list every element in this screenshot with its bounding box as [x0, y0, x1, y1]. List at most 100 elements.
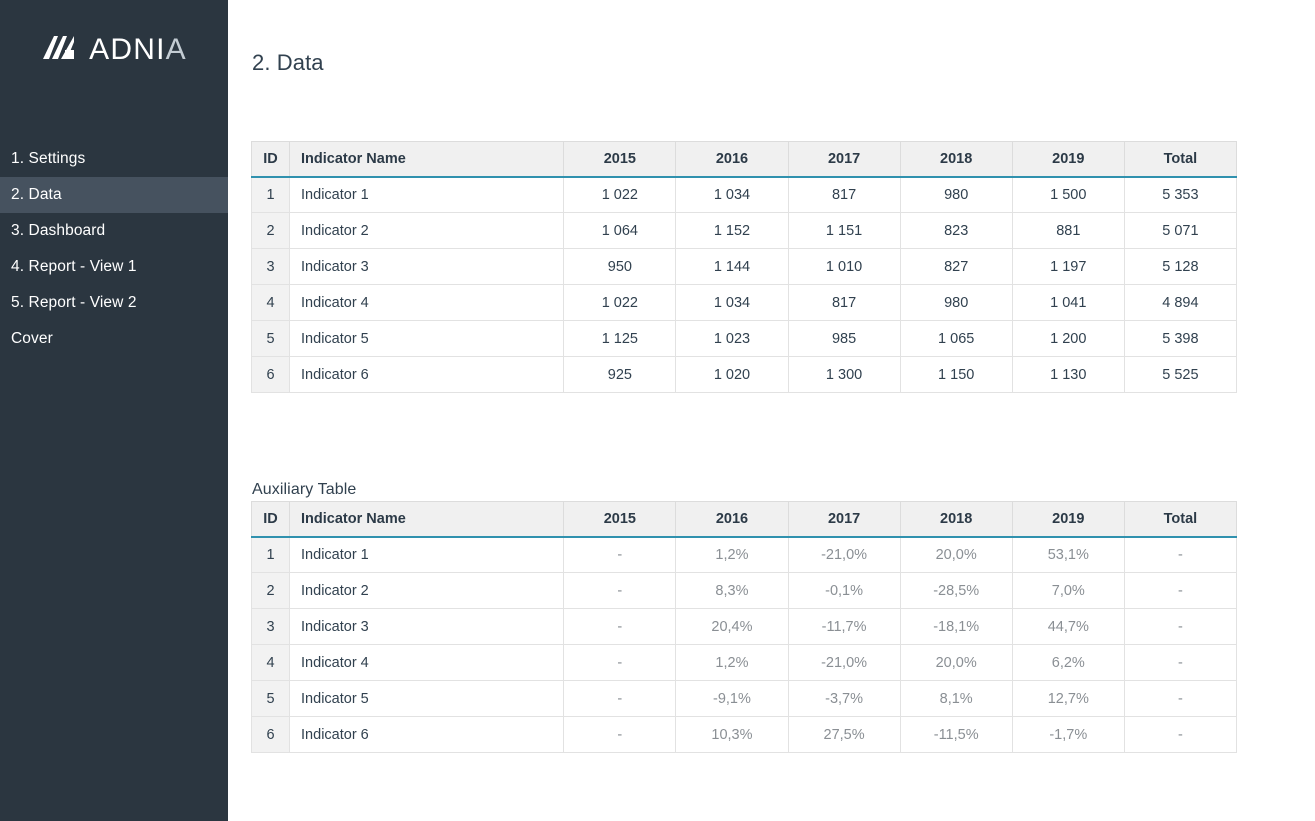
cell-name: Indicator 6	[290, 357, 564, 393]
sidebar-item-report-view-1[interactable]: 4. Report - View 1	[0, 249, 228, 285]
table-row[interactable]: 3 Indicator 3 950 1 144 1 010 827 1 197 …	[252, 249, 1237, 285]
column-header-id[interactable]: ID	[252, 502, 290, 537]
column-header-2016[interactable]: 2016	[676, 142, 788, 177]
cell-2015: -	[564, 609, 676, 645]
cell-id: 6	[252, 717, 290, 753]
auxiliary-table-title: Auxiliary Table	[252, 481, 356, 499]
cell-id: 1	[252, 177, 290, 213]
cell-2017: -0,1%	[788, 573, 900, 609]
cell-2018: 1 150	[900, 357, 1012, 393]
cell-2017: 817	[788, 177, 900, 213]
cell-2017: 985	[788, 321, 900, 357]
page-title: 2. Data	[252, 50, 324, 76]
cell-2017: -21,0%	[788, 537, 900, 573]
table-header-row: ID Indicator Name 2015 2016 2017 2018 20…	[252, 502, 1237, 537]
cell-2015: 1 064	[564, 213, 676, 249]
cell-id: 2	[252, 213, 290, 249]
column-header-2017[interactable]: 2017	[788, 502, 900, 537]
column-header-2015[interactable]: 2015	[564, 142, 676, 177]
cell-name: Indicator 1	[290, 537, 564, 573]
cell-id: 2	[252, 573, 290, 609]
cell-2016: 1,2%	[676, 645, 788, 681]
cell-2018: -11,5%	[900, 717, 1012, 753]
cell-name: Indicator 1	[290, 177, 564, 213]
table-row[interactable]: 2 Indicator 2 - 8,3% -0,1% -28,5% 7,0% -	[252, 573, 1237, 609]
table-row[interactable]: 4 Indicator 4 1 022 1 034 817 980 1 041 …	[252, 285, 1237, 321]
cell-total: 5 398	[1124, 321, 1236, 357]
table-header-row: ID Indicator Name 2015 2016 2017 2018 20…	[252, 142, 1237, 177]
table-row[interactable]: 5 Indicator 5 - -9,1% -3,7% 8,1% 12,7% -	[252, 681, 1237, 717]
cell-2016: 1 144	[676, 249, 788, 285]
cell-2019: 53,1%	[1012, 537, 1124, 573]
column-header-total[interactable]: Total	[1124, 142, 1236, 177]
column-header-name[interactable]: Indicator Name	[290, 142, 564, 177]
cell-total: 4 894	[1124, 285, 1236, 321]
main-data-table: ID Indicator Name 2015 2016 2017 2018 20…	[251, 141, 1237, 393]
cell-2019: 12,7%	[1012, 681, 1124, 717]
cell-name: Indicator 2	[290, 213, 564, 249]
table-row[interactable]: 6 Indicator 6 925 1 020 1 300 1 150 1 13…	[252, 357, 1237, 393]
table-row[interactable]: 5 Indicator 5 1 125 1 023 985 1 065 1 20…	[252, 321, 1237, 357]
cell-2019: 44,7%	[1012, 609, 1124, 645]
cell-total: -	[1124, 609, 1236, 645]
cell-2018: 1 065	[900, 321, 1012, 357]
cell-2019: 1 041	[1012, 285, 1124, 321]
sidebar-item-dashboard[interactable]: 3. Dashboard	[0, 213, 228, 249]
auxiliary-table-container: ID Indicator Name 2015 2016 2017 2018 20…	[251, 501, 1237, 753]
column-header-2017[interactable]: 2017	[788, 142, 900, 177]
cell-2018: 8,1%	[900, 681, 1012, 717]
cell-2019: 7,0%	[1012, 573, 1124, 609]
column-header-2016[interactable]: 2016	[676, 502, 788, 537]
column-header-name[interactable]: Indicator Name	[290, 502, 564, 537]
cell-2017: -11,7%	[788, 609, 900, 645]
sidebar-nav: 1. Settings 2. Data 3. Dashboard 4. Repo…	[0, 141, 228, 357]
column-header-id[interactable]: ID	[252, 142, 290, 177]
column-header-2018[interactable]: 2018	[900, 502, 1012, 537]
sidebar-item-cover[interactable]: Cover	[0, 321, 228, 357]
column-header-2019[interactable]: 2019	[1012, 502, 1124, 537]
column-header-2019[interactable]: 2019	[1012, 142, 1124, 177]
cell-2015: -	[564, 681, 676, 717]
sidebar-item-data[interactable]: 2. Data	[0, 177, 228, 213]
table-row[interactable]: 6 Indicator 6 - 10,3% 27,5% -11,5% -1,7%…	[252, 717, 1237, 753]
cell-2019: 1 130	[1012, 357, 1124, 393]
cell-2015: 1 022	[564, 285, 676, 321]
sidebar-item-settings[interactable]: 1. Settings	[0, 141, 228, 177]
sidebar: ADNIA 1. Settings 2. Data 3. Dashboard 4…	[0, 0, 228, 821]
main-content: 2. Data ID Indicator Name 2015 2016 2017…	[228, 0, 1315, 821]
sidebar-item-report-view-2[interactable]: 5. Report - View 2	[0, 285, 228, 321]
column-header-total[interactable]: Total	[1124, 502, 1236, 537]
cell-total: 5 353	[1124, 177, 1236, 213]
table-row[interactable]: 4 Indicator 4 - 1,2% -21,0% 20,0% 6,2% -	[252, 645, 1237, 681]
cell-2019: 1 500	[1012, 177, 1124, 213]
cell-2019: 1 197	[1012, 249, 1124, 285]
table-row[interactable]: 3 Indicator 3 - 20,4% -11,7% -18,1% 44,7…	[252, 609, 1237, 645]
cell-2016: 1 020	[676, 357, 788, 393]
table-body: 1 Indicator 1 1 022 1 034 817 980 1 500 …	[252, 177, 1237, 393]
cell-2015: 950	[564, 249, 676, 285]
brand-wordmark: ADNIA	[89, 35, 187, 65]
table-header: ID Indicator Name 2015 2016 2017 2018 20…	[252, 502, 1237, 537]
cell-2017: 1 010	[788, 249, 900, 285]
cell-name: Indicator 5	[290, 321, 564, 357]
cell-2016: 20,4%	[676, 609, 788, 645]
table-row[interactable]: 1 Indicator 1 - 1,2% -21,0% 20,0% 53,1% …	[252, 537, 1237, 573]
cell-2018: 827	[900, 249, 1012, 285]
cell-2016: 1 034	[676, 177, 788, 213]
cell-2015: -	[564, 537, 676, 573]
column-header-2018[interactable]: 2018	[900, 142, 1012, 177]
cell-2018: 980	[900, 177, 1012, 213]
table-row[interactable]: 2 Indicator 2 1 064 1 152 1 151 823 881 …	[252, 213, 1237, 249]
cell-name: Indicator 3	[290, 609, 564, 645]
column-header-2015[interactable]: 2015	[564, 502, 676, 537]
sidebar-item-label: 5. Report - View 2	[11, 294, 137, 312]
cell-id: 6	[252, 357, 290, 393]
cell-name: Indicator 2	[290, 573, 564, 609]
cell-id: 3	[252, 249, 290, 285]
cell-name: Indicator 6	[290, 717, 564, 753]
brand-logo[interactable]: ADNIA	[0, 28, 228, 72]
cell-id: 4	[252, 285, 290, 321]
sidebar-item-label: Cover	[11, 330, 53, 348]
table-row[interactable]: 1 Indicator 1 1 022 1 034 817 980 1 500 …	[252, 177, 1237, 213]
cell-2018: -28,5%	[900, 573, 1012, 609]
